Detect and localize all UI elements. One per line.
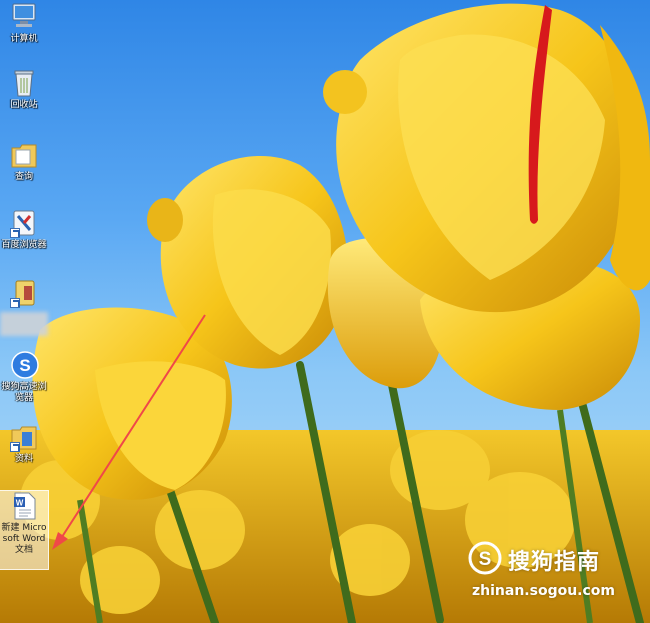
- watermark-brand: 搜狗指南: [508, 550, 601, 575]
- svg-text:W: W: [16, 499, 24, 508]
- desktop-icon-computer[interactable]: 计算机: [0, 2, 48, 45]
- desktop-icon-query-folder[interactable]: 查询: [0, 140, 48, 183]
- desktop-icon-app-shortcut[interactable]: [0, 278, 48, 310]
- shortcut-arrow-icon: [10, 228, 20, 238]
- svg-text:S: S: [479, 549, 492, 570]
- svg-text:S: S: [19, 356, 30, 375]
- recycle-bin-icon: [10, 68, 38, 98]
- computer-icon: [10, 2, 38, 32]
- desktop-icon-label: 查询: [14, 172, 33, 182]
- tulip-wallpaper: [0, 3, 650, 623]
- desktop-icon-sogou-browser[interactable]: S 搜狗高速浏览器: [0, 350, 48, 404]
- desktop-icon-label: 资料: [14, 454, 33, 464]
- sogou-guide-watermark: S 搜狗指南 zhinan.sogou.com: [468, 541, 628, 609]
- blurred-label: [0, 312, 48, 336]
- desktop-icon-recycle-bin[interactable]: 回收站: [0, 68, 48, 111]
- desktop-icon-label: 新建 Microsoft Word 文档: [1, 523, 47, 555]
- shortcut-arrow-icon: [10, 442, 20, 452]
- desktop-icon-label: 计算机: [10, 34, 38, 44]
- folder-icon: [10, 422, 38, 452]
- folder-icon: [10, 140, 38, 170]
- watermark-url: zhinan.sogou.com: [472, 583, 615, 599]
- desktop-icon-label: 回收站: [10, 100, 38, 110]
- word-document-icon: W: [10, 491, 38, 521]
- desktop: 计算机 回收站 查询 百度浏览器 S 搜狗高速浏览器 资料 W 新建 Micro…: [0, 0, 650, 623]
- app-shortcut-icon: [10, 278, 38, 308]
- browser-icon: [10, 208, 38, 238]
- desktop-icon-new-word-document[interactable]: W 新建 Microsoft Word 文档: [0, 490, 49, 570]
- desktop-icon-materials-folder[interactable]: 资料: [0, 422, 48, 465]
- desktop-icon-baidu-browser[interactable]: 百度浏览器: [0, 208, 48, 251]
- desktop-icon-label: 百度浏览器: [1, 240, 47, 250]
- sogou-browser-icon: S: [10, 350, 39, 380]
- shortcut-arrow-icon: [10, 298, 20, 308]
- sogou-logo-icon: S: [468, 541, 502, 575]
- desktop-icon-label: 搜狗高速浏览器: [1, 382, 47, 403]
- desktop-icon-column: 计算机 回收站 查询 百度浏览器 S 搜狗高速浏览器 资料 W 新建 Micro…: [0, 0, 52, 623]
